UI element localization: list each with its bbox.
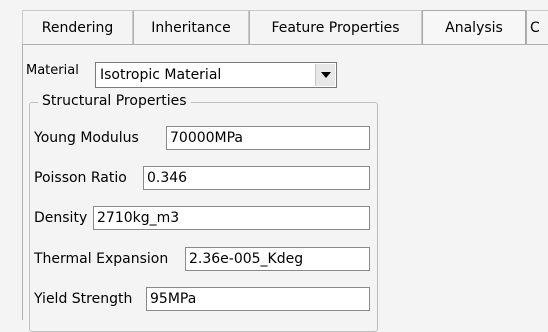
poisson-ratio-label: Poisson Ratio xyxy=(34,170,127,186)
tab-label: Rendering xyxy=(41,19,114,36)
thermal-expansion-value: 2.36e-005_Kdeg xyxy=(189,251,304,267)
young-modulus-field[interactable]: 70000MPa xyxy=(166,126,370,150)
thermal-expansion-field[interactable]: 2.36e-005_Kdeg xyxy=(185,247,370,271)
tab-strip: Rendering Inheritance Feature Properties… xyxy=(22,10,548,44)
tab-inheritance[interactable]: Inheritance xyxy=(133,10,249,44)
young-modulus-value: 70000MPa xyxy=(170,130,244,146)
tab-label: Analysis xyxy=(445,19,503,36)
material-value: Isotropic Material xyxy=(100,67,222,83)
yield-strength-value: 95MPa xyxy=(150,291,197,307)
material-dropdown[interactable]: Isotropic Material xyxy=(95,62,337,88)
yield-strength-label: Yield Strength xyxy=(34,291,133,307)
chevron-down-icon[interactable] xyxy=(315,64,335,86)
poisson-ratio-value: 0.346 xyxy=(147,170,188,186)
thermal-expansion-label: Thermal Expansion xyxy=(34,251,169,267)
young-modulus-label: Young Modulus xyxy=(34,130,139,146)
tab-feature-properties[interactable]: Feature Properties xyxy=(249,10,422,44)
density-field[interactable]: 2710kg_m3 xyxy=(93,206,370,230)
tab-rendering[interactable]: Rendering xyxy=(22,10,133,44)
tab-label: Inheritance xyxy=(151,19,231,36)
density-label: Density xyxy=(34,210,88,226)
yield-strength-field[interactable]: 95MPa xyxy=(146,287,370,311)
tab-label: C xyxy=(530,19,540,36)
tab-analysis[interactable]: Analysis xyxy=(422,10,526,44)
tab-c[interactable]: C xyxy=(526,10,548,44)
density-value: 2710kg_m3 xyxy=(97,210,180,226)
poisson-ratio-field[interactable]: 0.346 xyxy=(143,166,370,190)
structural-properties-title: Structural Properties xyxy=(38,93,191,109)
tab-label: Feature Properties xyxy=(271,19,400,36)
material-label: Material xyxy=(26,63,79,78)
